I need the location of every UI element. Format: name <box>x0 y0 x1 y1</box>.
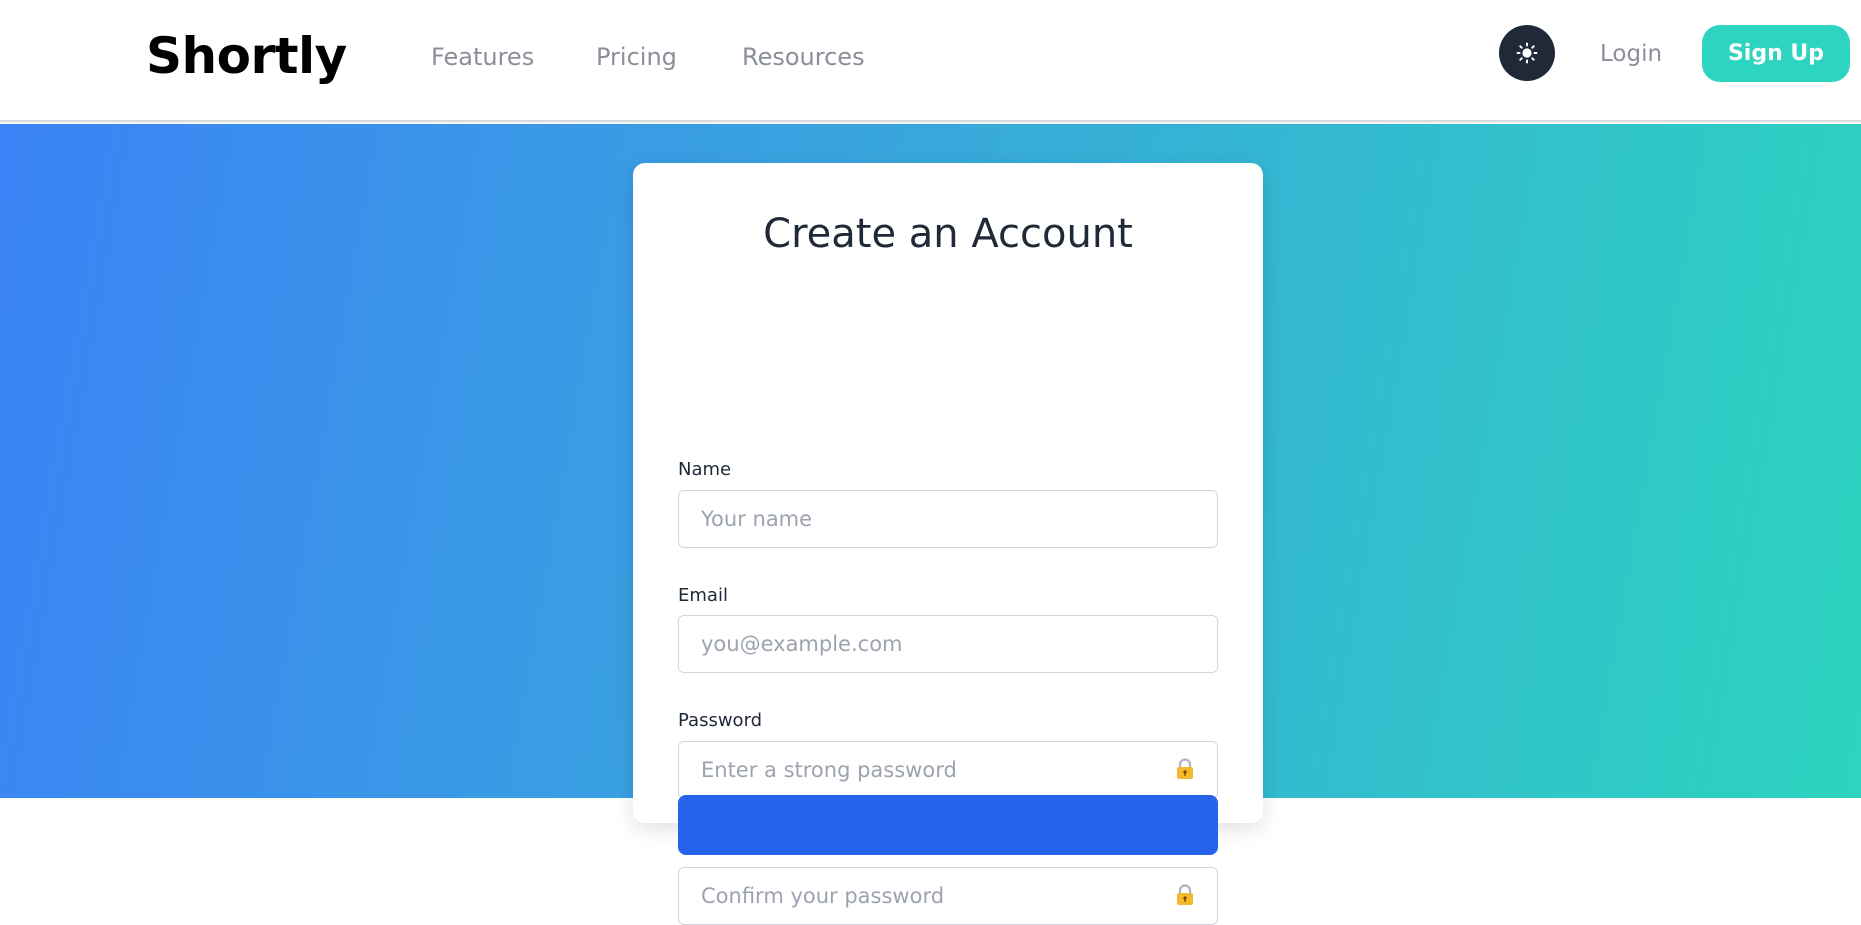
nav-link-resources[interactable]: Resources <box>742 40 865 74</box>
sun-icon <box>1516 42 1538 64</box>
confirm-password-input[interactable] <box>678 867 1218 925</box>
brand-logo[interactable]: Shortly <box>146 22 347 90</box>
signup-form-card: Create an Account Name Email Password Co… <box>633 163 1263 925</box>
email-input[interactable] <box>678 615 1218 673</box>
top-navbar: Shortly Features Pricing Resources Login… <box>0 0 1861 122</box>
signup-button[interactable]: Sign Up <box>1702 25 1850 82</box>
password-input[interactable] <box>678 741 1218 799</box>
nav-link-pricing[interactable]: Pricing <box>596 40 677 74</box>
name-input[interactable] <box>678 490 1218 548</box>
form-title: Create an Account <box>763 211 1133 257</box>
lock-icon <box>1174 883 1196 907</box>
name-label: Name <box>678 459 732 480</box>
login-link[interactable]: Login <box>1600 37 1662 71</box>
create-account-submit-button[interactable] <box>678 795 1218 855</box>
nav-link-features[interactable]: Features <box>431 40 534 74</box>
theme-toggle-button[interactable] <box>1499 25 1555 81</box>
email-label: Email <box>678 585 728 606</box>
lock-icon <box>1174 757 1196 781</box>
password-label: Password <box>678 710 763 731</box>
